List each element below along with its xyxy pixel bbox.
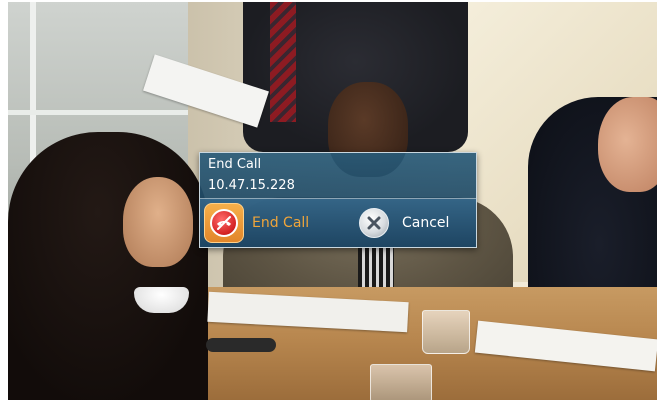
dialog-button-row: End Call Cancel (200, 199, 476, 247)
conference-phone (206, 338, 276, 352)
end-call-dialog: End Call 10.47.15.228 End Call Cancel (199, 152, 477, 248)
call-address: 10.47.15.228 (208, 178, 295, 193)
hang-up-icon (210, 209, 238, 237)
end-call-button[interactable]: End Call (204, 203, 354, 243)
dialog-title: End Call (208, 157, 262, 172)
cancel-button[interactable]: Cancel (354, 203, 472, 243)
close-icon (359, 208, 389, 238)
coffee-cup (134, 287, 189, 313)
cancel-label: Cancel (402, 215, 450, 231)
end-call-icon-frame (204, 203, 244, 243)
water-glass (370, 364, 432, 400)
end-call-label: End Call (252, 215, 310, 231)
water-glass (422, 310, 470, 354)
seated-woman-left (8, 132, 208, 400)
